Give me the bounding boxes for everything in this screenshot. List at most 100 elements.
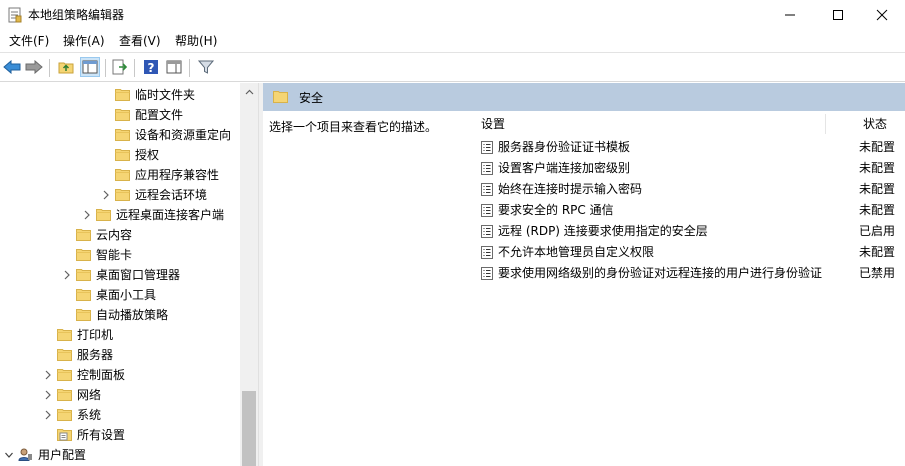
toolbar-separator bbox=[189, 59, 190, 77]
chevron-right-icon[interactable] bbox=[43, 409, 53, 421]
setting-status: 已启用 bbox=[859, 224, 896, 238]
tree-item[interactable]: 控制面板 bbox=[0, 365, 240, 385]
tree-item[interactable]: 系统 bbox=[0, 405, 240, 425]
chevron-right-icon[interactable] bbox=[62, 269, 72, 281]
minimize-button[interactable] bbox=[767, 0, 813, 30]
chevron-right-icon[interactable] bbox=[43, 369, 53, 381]
tree-item[interactable]: 云内容 bbox=[0, 225, 240, 245]
show-hide-action-pane-button[interactable] bbox=[164, 57, 184, 77]
tree-item[interactable]: 设备和资源重定向 bbox=[0, 125, 240, 145]
forward-button[interactable] bbox=[24, 57, 44, 77]
setting-name: 远程 (RDP) 连接要求使用指定的安全层 bbox=[498, 224, 708, 238]
chevron-right-icon[interactable] bbox=[43, 389, 53, 401]
window-title: 本地组策略编辑器 bbox=[28, 8, 125, 22]
chevron-down-icon[interactable] bbox=[4, 449, 14, 461]
list-item[interactable]: 设置客户端连接加密级别 未配置 bbox=[473, 158, 905, 179]
menu-view[interactable]: 查看(V) bbox=[119, 34, 161, 48]
back-arrow-icon bbox=[3, 60, 21, 74]
tree-item[interactable]: 配置文件 bbox=[0, 105, 240, 125]
tree-item[interactable]: 打印机 bbox=[0, 325, 240, 345]
tree-item[interactable]: 所有设置 bbox=[0, 425, 240, 445]
show-hide-console-tree-button[interactable] bbox=[80, 57, 100, 77]
menu-help[interactable]: 帮助(H) bbox=[175, 34, 217, 48]
menu-file[interactable]: 文件(F) bbox=[9, 34, 49, 48]
svg-text:?: ? bbox=[148, 61, 155, 75]
column-header-setting[interactable]: 设置 bbox=[481, 117, 505, 131]
tree-item[interactable]: 服务器 bbox=[0, 345, 240, 365]
setting-status: 已禁用 bbox=[859, 266, 896, 280]
folder-icon bbox=[76, 249, 91, 261]
tree-item[interactable]: 临时文件夹 bbox=[0, 85, 240, 105]
toolbar: ? bbox=[0, 52, 905, 82]
policy-setting-icon bbox=[481, 204, 493, 217]
folder-icon bbox=[115, 109, 130, 121]
chevron-right-icon[interactable] bbox=[101, 189, 111, 201]
title-bar[interactable]: 本地组策略编辑器 bbox=[0, 0, 905, 30]
menu-bar: 文件(F) 操作(A) 查看(V) 帮助(H) bbox=[0, 30, 905, 52]
setting-name: 服务器身份验证证书模板 bbox=[498, 140, 631, 154]
help-button[interactable]: ? bbox=[141, 57, 161, 77]
tree-vertical-scrollbar[interactable] bbox=[240, 83, 258, 466]
list-item[interactable]: 要求使用网络级别的身份验证对远程连接的用户进行身份验证 已禁用 bbox=[473, 263, 905, 284]
folder-icon bbox=[115, 89, 130, 101]
setting-name: 不允许本地管理员自定义权限 bbox=[498, 245, 655, 259]
toolbar-separator bbox=[49, 59, 50, 77]
up-one-level-button[interactable] bbox=[56, 57, 76, 77]
export-list-button[interactable] bbox=[110, 57, 130, 77]
list-item[interactable]: 要求安全的 RPC 通信 未配置 bbox=[473, 200, 905, 221]
tree-item[interactable]: 授权 bbox=[0, 145, 240, 165]
scroll-up-button[interactable] bbox=[240, 83, 258, 100]
setting-status: 未配置 bbox=[859, 161, 896, 175]
tree-item[interactable]: 自动播放策略 bbox=[0, 305, 240, 325]
user-config-icon bbox=[18, 448, 32, 461]
gpedit-window: 本地组策略编辑器 文件(F) 操作(A) 查看(V) 帮助(H) ? 临时文件夹… bbox=[0, 0, 905, 466]
tree-item-label: 用户配置 bbox=[38, 448, 87, 462]
list-item[interactable]: 远程 (RDP) 连接要求使用指定的安全层 已启用 bbox=[473, 221, 905, 242]
folder-icon bbox=[57, 349, 72, 361]
back-button[interactable] bbox=[2, 57, 22, 77]
tree-item-label: 桌面小工具 bbox=[96, 288, 157, 302]
tree-item[interactable]: 桌面小工具 bbox=[0, 285, 240, 305]
minimize-icon bbox=[785, 14, 795, 16]
folder-icon bbox=[57, 389, 72, 401]
list-item[interactable]: 不允许本地管理员自定义权限 未配置 bbox=[473, 242, 905, 263]
tree-item-label: 设备和资源重定向 bbox=[135, 128, 232, 142]
setting-name: 要求安全的 RPC 通信 bbox=[498, 203, 614, 217]
setting-status: 未配置 bbox=[859, 182, 896, 196]
maximize-button[interactable] bbox=[815, 0, 861, 30]
description-text: 选择一个项目来查看它的描述。 bbox=[269, 120, 438, 134]
folder-icon bbox=[57, 409, 72, 421]
menu-action[interactable]: 操作(A) bbox=[63, 34, 105, 48]
tree-item[interactable]: 远程会话环境 bbox=[0, 185, 240, 205]
toolbar-separator bbox=[134, 59, 135, 77]
tree-item[interactable]: 桌面窗口管理器 bbox=[0, 265, 240, 285]
tree-item[interactable]: 智能卡 bbox=[0, 245, 240, 265]
tree-item[interactable]: 远程桌面连接客户端 bbox=[0, 205, 240, 225]
tree-item-label: 网络 bbox=[77, 388, 102, 402]
tree-item[interactable]: 网络 bbox=[0, 385, 240, 405]
column-header-status[interactable]: 状态 bbox=[863, 117, 887, 131]
action-pane-icon bbox=[166, 60, 182, 74]
policy-setting-icon bbox=[481, 141, 493, 154]
tree-item-label: 配置文件 bbox=[135, 108, 184, 122]
chevron-right-icon[interactable] bbox=[82, 209, 92, 221]
folder-icon bbox=[96, 209, 111, 221]
policy-setting-icon bbox=[481, 162, 493, 175]
tree-item-label: 云内容 bbox=[96, 228, 133, 242]
policy-setting-icon bbox=[481, 267, 493, 280]
folder-icon bbox=[57, 329, 72, 341]
tree-item-label: 远程会话环境 bbox=[135, 188, 208, 202]
column-divider[interactable] bbox=[825, 114, 826, 134]
list-item[interactable]: 服务器身份验证证书模板 未配置 bbox=[473, 137, 905, 158]
tree-item-label: 系统 bbox=[77, 408, 102, 422]
maximize-icon bbox=[833, 10, 843, 20]
setting-status: 未配置 bbox=[859, 140, 896, 154]
close-button[interactable] bbox=[859, 0, 905, 30]
tree-item[interactable]: 应用程序兼容性 bbox=[0, 165, 240, 185]
folder-icon bbox=[115, 129, 130, 141]
tree-item[interactable]: 用户配置 bbox=[0, 445, 240, 465]
details-pane: 安全 选择一个项目来查看它的描述。 设置 状态 服务器身份验证证书模板 未配置 设置… bbox=[263, 83, 905, 466]
scroll-thumb[interactable] bbox=[242, 391, 256, 466]
list-item[interactable]: 始终在连接时提示输入密码 未配置 bbox=[473, 179, 905, 200]
filter-button[interactable] bbox=[196, 57, 216, 77]
